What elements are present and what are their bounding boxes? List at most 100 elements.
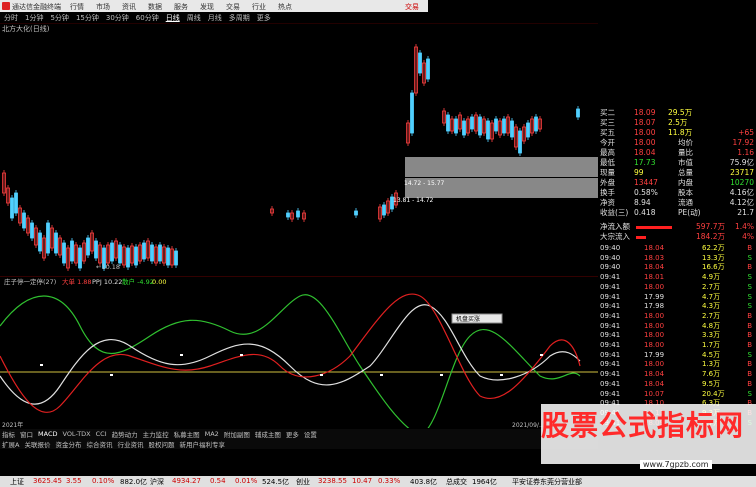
period-tab[interactable]: 30分钟 (106, 13, 129, 23)
tick-direction: B (747, 341, 752, 349)
candle-body (286, 212, 290, 218)
period-tab[interactable]: 1分钟 (25, 13, 43, 23)
flow-pct: 1.4% (734, 222, 754, 231)
flow-pct: 4% (742, 232, 754, 241)
quote-value: 17.73 (634, 158, 656, 167)
title-bar: 通达信金融终端 行情 市场 资讯 数据 服务 发现 交易 行业 热点 交易 (0, 0, 428, 12)
tick-direction: B (747, 244, 752, 252)
bottom-tab[interactable]: 新用户福利专享 (179, 439, 225, 449)
period-tab[interactable]: 15分钟 (76, 13, 99, 23)
quote-value: 23717 (730, 168, 754, 177)
bottom-tab[interactable]: 股权问题 (148, 439, 174, 449)
tick-row: 09:41 18.00 3.3万 B (598, 331, 756, 341)
menu-item[interactable]: 资讯 (122, 2, 136, 12)
menu-item[interactable]: 热点 (278, 2, 292, 12)
indicator-tabs: 指标 窗口 MACD VOL-TDX CCI 趋势动力 主力监控 私募主图 MA2 附加副图 辅成主… (0, 429, 598, 439)
tick-volume: 1.3万 (702, 360, 721, 369)
period-tab[interactable]: 月线 (208, 13, 222, 23)
quote-label: 市值 (678, 158, 693, 167)
bottom-tab[interactable]: 扩展A (2, 439, 19, 449)
menu-item[interactable]: 行业 (252, 2, 266, 12)
indicator-chart[interactable]: 庄子停一定停(27)大单 1.88PPJ 10.22散户 -4.920.0030… (0, 276, 598, 428)
trade-button[interactable]: 交易 (405, 2, 419, 12)
period-tab[interactable]: 更多 (257, 13, 271, 23)
tick-direction: S (747, 273, 752, 282)
menu-item[interactable]: 交易 (226, 2, 240, 12)
tick-time: 09:40 (600, 253, 621, 262)
quote-label: 最低 (600, 158, 615, 167)
quote-volume: 29.5万 (668, 108, 693, 117)
candle-body (446, 114, 450, 132)
tick-direction: B (747, 370, 752, 379)
candle-body (576, 108, 580, 118)
period-tab[interactable]: 多周期 (229, 13, 250, 23)
period-tab[interactable]: 5分钟 (50, 13, 68, 23)
signal-marker (110, 374, 113, 376)
indicator-tab[interactable]: 附加副图 (224, 429, 250, 439)
period-tab[interactable]: 60分钟 (136, 13, 159, 23)
status-item: 0.10% (92, 477, 115, 485)
indicator-tab[interactable]: 辅成主图 (255, 429, 281, 439)
signal-marker (320, 374, 323, 376)
indicator-tab[interactable]: 更多 (286, 429, 299, 439)
indicator-tab[interactable]: 私募主图 (174, 429, 200, 439)
tick-price: 18.00 (644, 282, 665, 291)
indicator-tab[interactable]: MA2 (205, 430, 219, 438)
indicator-tab[interactable]: 指标 (2, 429, 15, 439)
tick-volume: 62.2万 (702, 244, 725, 252)
menu-item[interactable]: 市场 (96, 2, 110, 12)
price-zone-upper (405, 157, 598, 177)
candle-body (454, 118, 458, 134)
bottom-tab[interactable]: 行业资讯 (117, 439, 143, 449)
quote-label: 净资 (600, 198, 615, 207)
flow-row: 净流入额 597.7万 1.4% (598, 222, 756, 232)
tick-volume: 4.8万 (702, 321, 721, 330)
tick-price: 17.99 (644, 350, 665, 359)
period-tab[interactable]: 分时 (4, 13, 18, 23)
period-bar: 分时 1分钟 5分钟 15分钟 30分钟 60分钟 日线 周线 月线 多周期 更多 (0, 12, 428, 23)
date-label-left: 2021年 (2, 421, 23, 428)
quote-price: 18.07 (634, 118, 656, 127)
indicator-tab[interactable]: 窗口 (20, 429, 33, 439)
indicator-tab[interactable]: CCI (96, 430, 107, 438)
status-item: 上证 (10, 478, 24, 486)
status-item: 1964亿 (472, 478, 497, 486)
candle-body (518, 130, 522, 154)
period-tab[interactable]: 周线 (187, 13, 201, 23)
menu-item[interactable]: 行情 (70, 2, 84, 12)
indicator-tab[interactable]: 设置 (304, 429, 317, 439)
candle-body (526, 122, 530, 138)
menu-item[interactable]: 发现 (200, 2, 214, 12)
status-item: 882.0亿 (120, 478, 148, 486)
bottom-tab[interactable]: 资金分布 (55, 439, 81, 449)
menu-item[interactable]: 数据 (148, 2, 162, 12)
indicator-tab[interactable]: VOL-TDX (62, 430, 90, 438)
tick-time: 09:41 (600, 292, 621, 301)
bottom-tab[interactable]: 综合资讯 (86, 439, 112, 449)
candle-body (150, 244, 154, 262)
tick-time: 09:41 (600, 273, 621, 282)
tick-time: 09:41 (600, 360, 621, 369)
menu-item[interactable]: 服务 (174, 2, 188, 12)
tick-time: 09:41 (600, 341, 621, 349)
watermark-url: www.7gpzb.com (640, 460, 712, 469)
quote-row: 今开 18.00 均价 17.92 (598, 138, 756, 148)
quote-label: 现量 (600, 168, 615, 177)
quote-label: 总量 (678, 168, 693, 177)
tick-row: 09:41 18.04 9.5万 B (598, 380, 756, 390)
bottom-tab[interactable]: 关联报价 (24, 439, 50, 449)
kline-chart[interactable]: 17.0016.0015.0014.0013.0012.0011.00←10.1… (0, 23, 598, 275)
candle-body (86, 237, 90, 256)
tick-row: 09:41 17.99 4.5万 S (598, 351, 756, 361)
quote-volume: 2.5万 (668, 118, 688, 127)
indicator-tab[interactable]: MACD (38, 430, 57, 438)
quote-label: 均价 (678, 138, 693, 147)
quote-row: 换手 0.58% 股本 4.16亿 (598, 188, 756, 198)
status-bar: 上证 3625.45 3.55 0.10% 882.0亿 沪深 4934.27 0.54 0.0… (0, 476, 756, 487)
date-label-right: 2021/09/... (512, 422, 545, 428)
candle-body (38, 232, 42, 252)
indicator-tab[interactable]: 趋势动力 (112, 429, 138, 439)
quote-row: 净资 8.94 流通 4.12亿 (598, 198, 756, 208)
period-tab[interactable]: 日线 (166, 13, 180, 23)
indicator-tab[interactable]: 主力监控 (143, 429, 169, 439)
